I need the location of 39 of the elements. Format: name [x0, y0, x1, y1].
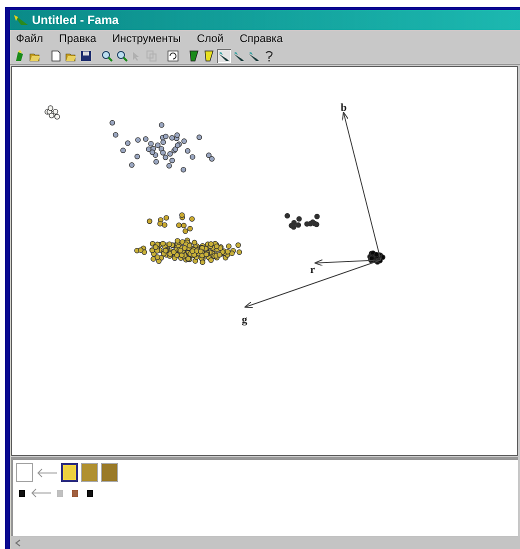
color-swatch[interactable]: [81, 463, 98, 482]
pen-icon: [218, 50, 230, 62]
page-icon: [50, 50, 62, 62]
marker-swatch[interactable]: [72, 490, 78, 496]
zoom-out-tool-button[interactable]: [115, 48, 129, 62]
menu-item[interactable]: Инструменты: [112, 32, 181, 44]
axis-label: r: [310, 264, 316, 276]
menu-item[interactable]: Правка: [59, 32, 96, 44]
color-swatch[interactable]: [16, 463, 33, 482]
menu-item[interactable]: Справка: [240, 32, 283, 44]
refresh-icon: [167, 50, 179, 62]
arrow-icon: [36, 468, 58, 478]
pen-icon: [248, 50, 260, 62]
magnifier-icon: [101, 50, 113, 62]
arrow-icon: [30, 488, 52, 498]
help-icon: [263, 50, 275, 62]
pen-icon: [233, 50, 245, 62]
axis-label: g: [242, 314, 248, 326]
magnifier-icon: [116, 50, 128, 62]
menu-item[interactable]: Слой: [196, 32, 224, 44]
marker-swatch[interactable]: [57, 490, 63, 496]
save-tool-button[interactable]: [79, 48, 93, 62]
marker-swatch[interactable]: [87, 490, 93, 496]
app-icon: [13, 13, 29, 27]
copy-icon: [146, 50, 158, 62]
window-title: Untitled - Fama: [32, 13, 119, 27]
menu-item[interactable]: Файл: [16, 32, 44, 44]
scroll-left-icon[interactable]: [14, 538, 22, 546]
save-icon: [80, 50, 92, 62]
horizontal-scrollbar[interactable]: [10, 536, 520, 549]
new-tool-button[interactable]: [49, 48, 63, 62]
color-swatch[interactable]: [101, 463, 118, 482]
rotate-tool-button[interactable]: [166, 48, 180, 62]
zoom-in-tool-button[interactable]: [100, 48, 114, 62]
color-swatch[interactable]: [61, 463, 78, 482]
pen-tool-button[interactable]: [217, 48, 231, 62]
layer-icon: [14, 50, 26, 62]
marker-swatch[interactable]: [19, 490, 25, 496]
axis-label: b: [340, 102, 347, 114]
